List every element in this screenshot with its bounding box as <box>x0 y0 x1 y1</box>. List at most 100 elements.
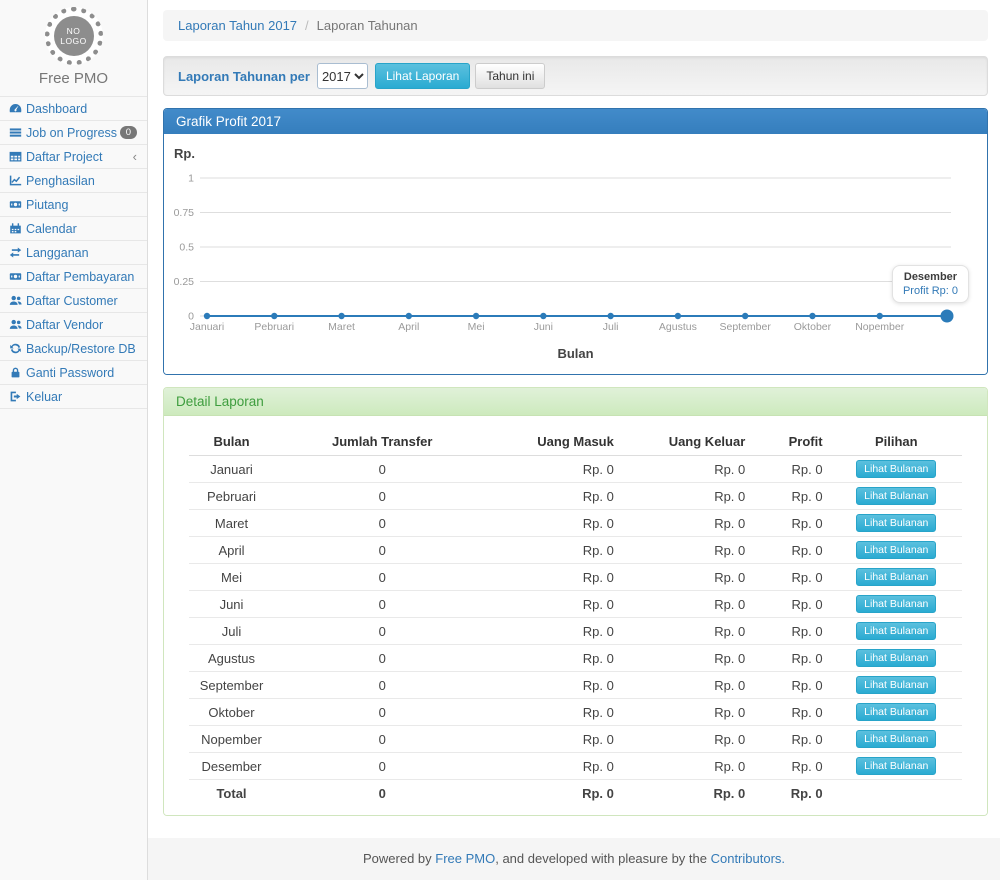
total-jumlah-transfer: 0 <box>274 780 490 806</box>
sidebar-item-label: Keluar <box>26 390 137 404</box>
lihat-bulanan-button[interactable]: Lihat Bulanan <box>856 649 936 667</box>
table-row: Juli 0 Rp. 0 Rp. 0 Rp. 0 Lihat Bulanan <box>189 618 962 645</box>
lihat-bulanan-button[interactable]: Lihat Bulanan <box>856 757 936 775</box>
footer-text-prefix: Powered by <box>363 851 435 866</box>
cell-profit: Rp. 0 <box>753 510 830 537</box>
lihat-bulanan-button[interactable]: Lihat Bulanan <box>856 595 936 613</box>
filter-bar: Laporan Tahunan per 2017 Lihat Laporan T… <box>163 56 988 96</box>
lock-icon <box>9 366 26 379</box>
cell-jumlah-transfer: 0 <box>274 456 490 483</box>
sidebar-item-label: Langganan <box>26 246 137 260</box>
svg-text:September: September <box>719 321 771 333</box>
cell-bulan: April <box>189 537 274 564</box>
profit-chart: Rp. 10.750.50.250JanuariPebruariMaretApr… <box>164 134 987 374</box>
svg-text:Oktober: Oktober <box>794 321 832 333</box>
cell-uang-keluar: Rp. 0 <box>622 591 753 618</box>
cell-profit: Rp. 0 <box>753 483 830 510</box>
profit-chart-canvas[interactable]: 10.750.50.250JanuariPebruariMaretAprilMe… <box>164 134 987 342</box>
lihat-bulanan-button[interactable]: Lihat Bulanan <box>856 568 936 586</box>
tooltip-value: Profit Rp: 0 <box>903 285 958 297</box>
cell-bulan: Maret <box>189 510 274 537</box>
cell-uang-keluar: Rp. 0 <box>622 645 753 672</box>
chart-tooltip: Desember Profit Rp: 0 <box>892 265 969 303</box>
svg-text:Mei: Mei <box>468 321 485 333</box>
cell-profit: Rp. 0 <box>753 726 830 753</box>
cell-uang-masuk: Rp. 0 <box>490 672 621 699</box>
filter-label: Laporan Tahunan per <box>178 69 310 84</box>
calendar-icon <box>9 222 26 235</box>
chevron-left-icon: ‹ <box>133 152 137 162</box>
cell-jumlah-transfer: 0 <box>274 699 490 726</box>
svg-text:Pebruari: Pebruari <box>254 321 294 333</box>
year-select[interactable]: 2017 <box>317 63 368 89</box>
svg-text:Juli: Juli <box>603 321 619 333</box>
table-row: April 0 Rp. 0 Rp. 0 Rp. 0 Lihat Bulanan <box>189 537 962 564</box>
sidebar-item-label: Daftar Pembayaran <box>26 270 137 284</box>
col-header-bulan: Bulan <box>189 428 274 456</box>
sidebar-item-label: Job on Progress <box>26 126 120 140</box>
sidebar-item-dashboard[interactable]: Dashboard <box>0 97 147 121</box>
cell-uang-masuk: Rp. 0 <box>490 591 621 618</box>
line-chart-icon <box>9 174 26 187</box>
sidebar-item-keluar[interactable]: Keluar <box>0 385 147 409</box>
breadcrumb-separator: / <box>305 18 309 33</box>
contributors-link[interactable]: Contributors. <box>711 851 785 866</box>
sidebar-item-daftar-project[interactable]: Daftar Project ‹ <box>0 145 147 169</box>
sidebar-item-job-on-progress[interactable]: Job on Progress 0 <box>0 121 147 145</box>
table-row: Nopember 0 Rp. 0 Rp. 0 Rp. 0 Lihat Bulan… <box>189 726 962 753</box>
detail-panel-title: Detail Laporan <box>164 388 987 416</box>
cell-bulan: Nopember <box>189 726 274 753</box>
cell-uang-masuk: Rp. 0 <box>490 753 621 780</box>
cell-bulan: Agustus <box>189 645 274 672</box>
refresh-icon <box>9 342 26 355</box>
sidebar-item-daftar-pembayaran[interactable]: Daftar Pembayaran <box>0 265 147 289</box>
sidebar-item-piutang[interactable]: Piutang <box>0 193 147 217</box>
lihat-laporan-button[interactable]: Lihat Laporan <box>375 63 470 89</box>
sidebar-item-label: Daftar Customer <box>26 294 137 308</box>
cell-jumlah-transfer: 0 <box>274 726 490 753</box>
sidebar-item-daftar-vendor[interactable]: Daftar Vendor <box>0 313 147 337</box>
lihat-bulanan-button[interactable]: Lihat Bulanan <box>856 514 936 532</box>
col-header-uang-keluar: Uang Keluar <box>622 428 753 456</box>
svg-text:1: 1 <box>188 173 194 185</box>
table-row: Maret 0 Rp. 0 Rp. 0 Rp. 0 Lihat Bulanan <box>189 510 962 537</box>
chart-panel-title: Grafik Profit 2017 <box>164 109 987 134</box>
sidebar-item-daftar-customer[interactable]: Daftar Customer <box>0 289 147 313</box>
lihat-bulanan-button[interactable]: Lihat Bulanan <box>856 622 936 640</box>
brand-block: NO LOGO Free PMO <box>0 0 147 96</box>
lihat-bulanan-button[interactable]: Lihat Bulanan <box>856 703 936 721</box>
cell-jumlah-transfer: 0 <box>274 618 490 645</box>
lihat-bulanan-button[interactable]: Lihat Bulanan <box>856 541 936 559</box>
lihat-bulanan-button[interactable]: Lihat Bulanan <box>856 676 936 694</box>
table-row: Mei 0 Rp. 0 Rp. 0 Rp. 0 Lihat Bulanan <box>189 564 962 591</box>
app-root: NO LOGO Free PMO Dashboard Job on Progre… <box>0 0 1000 880</box>
col-header-uang-masuk: Uang Masuk <box>490 428 621 456</box>
sidebar-item-langganan[interactable]: Langganan <box>0 241 147 265</box>
cell-uang-masuk: Rp. 0 <box>490 726 621 753</box>
dashboard-icon <box>9 102 26 115</box>
sidebar-item-label: Ganti Password <box>26 366 137 380</box>
lihat-bulanan-button[interactable]: Lihat Bulanan <box>856 487 936 505</box>
cell-bulan: Mei <box>189 564 274 591</box>
lihat-bulanan-button[interactable]: Lihat Bulanan <box>856 730 936 748</box>
cell-jumlah-transfer: 0 <box>274 483 490 510</box>
lihat-bulanan-button[interactable]: Lihat Bulanan <box>856 460 936 478</box>
sidebar-item-penghasilan[interactable]: Penghasilan <box>0 169 147 193</box>
free-pmo-link[interactable]: Free PMO <box>435 851 495 866</box>
cell-uang-keluar: Rp. 0 <box>622 726 753 753</box>
breadcrumb-link-laporan-tahun[interactable]: Laporan Tahun 2017 <box>178 18 297 33</box>
no-logo-badge: NO LOGO <box>45 7 103 65</box>
cell-profit: Rp. 0 <box>753 591 830 618</box>
cell-profit: Rp. 0 <box>753 618 830 645</box>
cell-uang-masuk: Rp. 0 <box>490 483 621 510</box>
sidebar-item-calendar[interactable]: Calendar <box>0 217 147 241</box>
sidebar-item-ganti-password[interactable]: Ganti Password <box>0 361 147 385</box>
table-row: Agustus 0 Rp. 0 Rp. 0 Rp. 0 Lihat Bulana… <box>189 645 962 672</box>
table-icon <box>9 150 26 163</box>
table-row: Oktober 0 Rp. 0 Rp. 0 Rp. 0 Lihat Bulana… <box>189 699 962 726</box>
cell-bulan: Oktober <box>189 699 274 726</box>
tahun-ini-button[interactable]: Tahun ini <box>475 63 545 89</box>
sidebar-item-label: Penghasilan <box>26 174 137 188</box>
sidebar-item-backup-restore-db[interactable]: Backup/Restore DB <box>0 337 147 361</box>
detail-panel: Detail Laporan Bulan Jumlah Transfer Uan… <box>163 387 988 816</box>
